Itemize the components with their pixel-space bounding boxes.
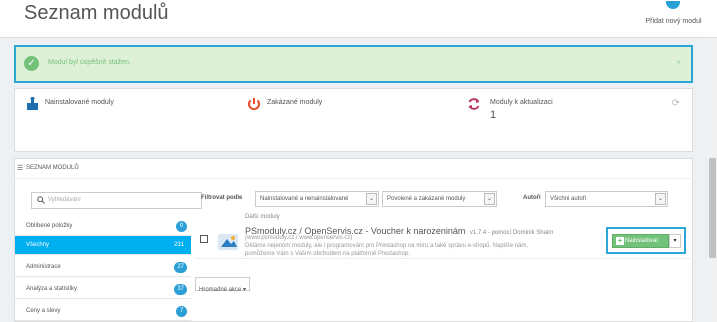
module-category: Další moduly (245, 214, 280, 220)
updates-count: 1 (490, 109, 497, 121)
category-count: 7 (176, 306, 187, 317)
module-logo (217, 231, 239, 253)
category-favorites[interactable]: Oblíbené položky 0 (15, 217, 191, 236)
module-description-line: pomůžeme Vám s Vaším obchodem na platfor… (245, 251, 410, 257)
category-pricing[interactable]: Ceny a slevy 7 (15, 302, 191, 321)
plus-icon: + (616, 236, 624, 245)
power-icon (247, 97, 261, 114)
updates-modules-link[interactable]: Moduly k aktualizaci (490, 99, 553, 106)
category-count: 231 (173, 242, 184, 248)
add-module-label: Přidat nový modul (645, 18, 702, 25)
success-alert: ✓ Modul byl úspěšně stažen. × (14, 45, 693, 83)
add-module-icon (666, 1, 680, 9)
check-icon: ✓ (24, 56, 39, 71)
category-label: Analýza a statistiky (26, 286, 78, 292)
enabled-select[interactable]: Povolené a zakázané moduly ⌄ (382, 191, 497, 207)
panel-heading-text: SEZNAM MODULŮ (26, 165, 79, 171)
module-checkbox[interactable] (200, 235, 208, 243)
category-analytics[interactable]: Analýza a statistiky 37 (15, 280, 191, 299)
chevron-down-icon: ⌄ (484, 193, 495, 205)
chevron-down-icon: ⌄ (655, 193, 666, 205)
status-select[interactable]: Nainstalované a nenainstalované ⌄ (255, 191, 379, 207)
panel-heading: ☰ SEZNAM MODULŮ (15, 159, 694, 179)
add-module-button[interactable]: Přidat nový modul (630, 0, 717, 38)
close-icon[interactable]: × (676, 58, 681, 67)
refresh-icon (467, 97, 481, 114)
status-select-value: Nainstalované a nenainstalované (260, 196, 349, 202)
module-stats: Nainstalované moduly Zakázané moduly Mod… (14, 88, 693, 152)
puzzle-icon (25, 96, 41, 114)
module-list-panel: ☰ SEZNAM MODULŮ Vyhledávání Oblíbené pol… (14, 158, 694, 322)
module-description-line: Děláme nejenom moduly, ale i programován… (245, 243, 529, 249)
authors-label: Autoři (523, 195, 541, 201)
category-administration[interactable]: Administrace 27 (15, 258, 191, 277)
installed-modules-link[interactable]: Nainstalované moduly (45, 99, 114, 106)
category-all[interactable]: Všechny 231 (15, 236, 191, 255)
bulk-actions-button[interactable]: Hromadné akce ▾ (195, 277, 251, 293)
install-label: Nainstalovat (625, 238, 659, 244)
category-label: Administrace (26, 264, 61, 270)
chevron-down-icon: ⌄ (366, 193, 377, 205)
category-count: 0 (176, 221, 187, 232)
search-input[interactable]: Vyhledávání (31, 192, 202, 209)
install-button[interactable]: + Nainstalovat (612, 234, 669, 248)
list-icon: ☰ (17, 165, 24, 172)
category-count: 37 (174, 284, 187, 295)
category-label: Ceny a slevy (26, 308, 61, 314)
page-title: Seznam modulů (24, 2, 169, 24)
scrollbar-thumb[interactable] (709, 158, 716, 258)
category-label: Oblíbené položky (26, 223, 73, 229)
bulk-actions-label: Hromadné akce ▾ (199, 287, 247, 293)
search-icon (37, 196, 45, 206)
module-description: (www.psmoduly.cz / www.openservis.cz) Dě… (245, 234, 597, 258)
category-count: 27 (174, 262, 187, 273)
module-description-line: (www.psmoduly.cz / www.openservis.cz) (245, 235, 353, 241)
disabled-modules-link[interactable]: Zakázané moduly (267, 99, 322, 106)
authors-select[interactable]: Všichni autoři ⌄ (545, 191, 668, 207)
install-dropdown-toggle[interactable]: ▾ (669, 234, 681, 248)
enabled-select-value: Povolené a zakázané moduly (387, 196, 466, 202)
top-bar: Seznam modulů Přidat nový modul (0, 0, 717, 38)
search-placeholder: Vyhledávání (48, 197, 81, 203)
authors-select-value: Všichni autoři (550, 196, 587, 202)
refresh-stats-icon[interactable]: ⟳ (672, 98, 680, 109)
filter-label: Filtrovat podle (201, 195, 243, 201)
page-scrollbar[interactable] (708, 38, 717, 322)
alert-message: Modul byl úspěšně stažen. (48, 59, 131, 66)
install-highlight: + Nainstalovat ▾ (606, 227, 686, 254)
module-row: Další moduly PSmoduly.cz / OpenServis.cz… (195, 211, 694, 259)
category-label: Všechny (26, 242, 50, 248)
